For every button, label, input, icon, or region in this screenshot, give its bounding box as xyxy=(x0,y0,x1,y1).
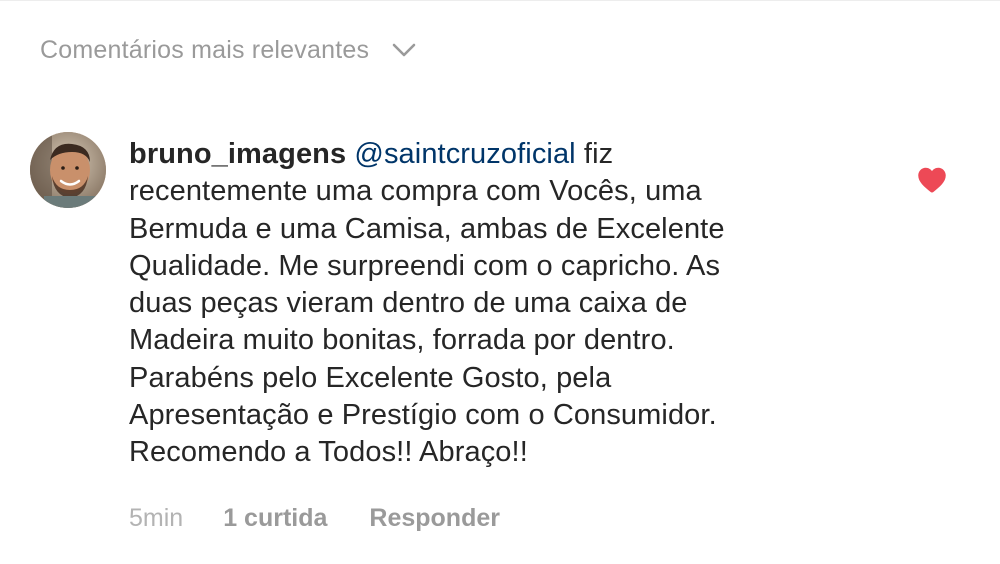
reply-button[interactable]: Responder xyxy=(369,500,500,536)
comment-username[interactable]: bruno_imagens xyxy=(129,138,346,170)
comment-body: bruno_imagens @saintcruzoficial fiz rece… xyxy=(129,136,869,472)
user-avatar[interactable] xyxy=(30,132,106,208)
comments-screen: Comentários mais relevantes bruno_imagen… xyxy=(0,0,1000,564)
comment-likes-count[interactable]: 1 curtida xyxy=(223,500,327,536)
chevron-down-icon xyxy=(392,43,416,57)
comment-meta-row: 5min 1 curtida Responder xyxy=(129,500,500,536)
comment-mention-link[interactable]: @saintcruzoficial xyxy=(354,138,575,170)
comments-sort-label: Comentários mais relevantes xyxy=(40,36,370,64)
comments-sort-dropdown[interactable]: Comentários mais relevantes xyxy=(40,32,417,68)
heart-filled-icon[interactable] xyxy=(917,166,947,194)
avatar-photo xyxy=(30,132,106,208)
comment-timestamp: 5min xyxy=(129,504,184,532)
comment-text: fiz recentemente uma compra com Vocês, u… xyxy=(129,138,725,469)
top-divider xyxy=(0,0,1000,1)
